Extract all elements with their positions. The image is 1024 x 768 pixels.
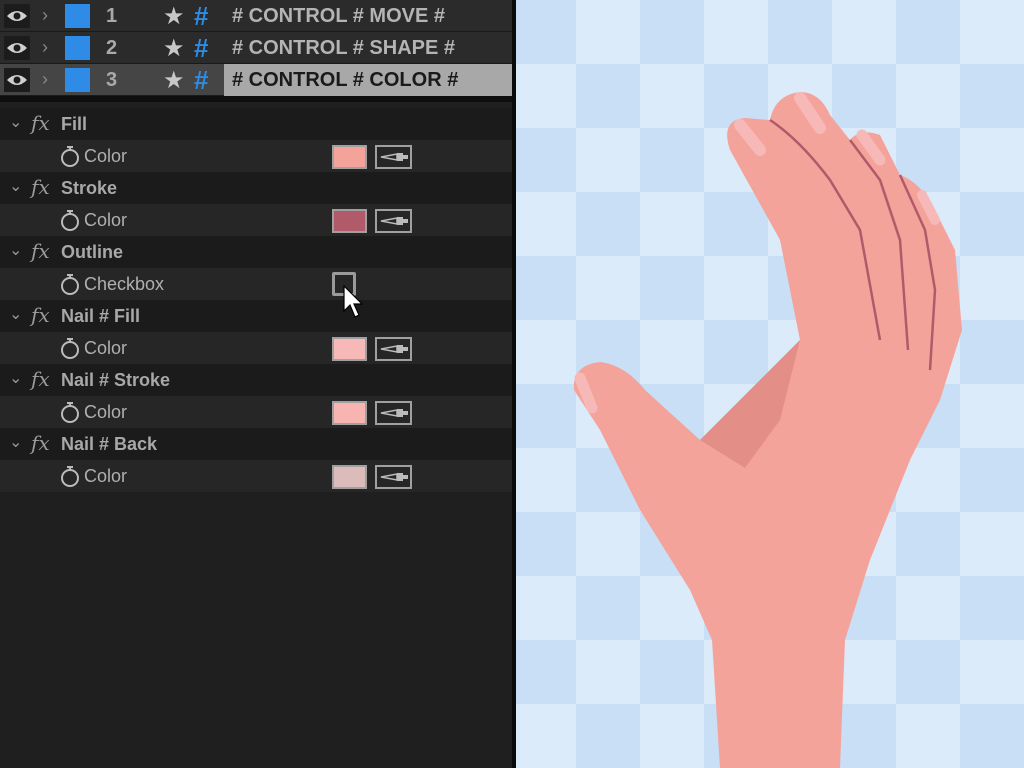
eyedropper-icon[interactable] bbox=[375, 145, 412, 169]
hash-icon: # bbox=[194, 1, 209, 31]
layer-number: 2 bbox=[106, 37, 118, 59]
effect-property-row: Checkbox bbox=[0, 268, 512, 300]
label-color-swatch[interactable] bbox=[65, 4, 90, 28]
fx-icon[interactable]: fx bbox=[31, 239, 50, 263]
effect-header[interactable]: ⌄ fx Stroke bbox=[0, 172, 512, 204]
fx-icon[interactable]: fx bbox=[31, 431, 50, 455]
effect-header[interactable]: ⌄ fx Fill bbox=[0, 108, 512, 140]
stopwatch-icon[interactable] bbox=[60, 145, 80, 167]
property-label: Checkbox bbox=[84, 274, 165, 294]
stopwatch-icon[interactable] bbox=[60, 337, 80, 359]
label-color-swatch[interactable] bbox=[65, 36, 90, 60]
layer-row[interactable]: › 1 ★ # # CONTROL # MOVE # bbox=[0, 0, 512, 32]
chevron-down-icon[interactable]: ⌄ bbox=[9, 112, 22, 132]
fx-icon[interactable]: fx bbox=[31, 367, 50, 391]
effect-header[interactable]: ⌄ fx Nail # Fill bbox=[0, 300, 512, 332]
property-label: Color bbox=[84, 210, 128, 230]
layer-row[interactable]: › 2 ★ # # CONTROL # SHAPE # bbox=[0, 32, 512, 64]
fx-icon[interactable]: fx bbox=[31, 175, 50, 199]
effect-property-row: Color bbox=[0, 332, 512, 364]
star-icon: ★ bbox=[163, 3, 185, 30]
effect-header[interactable]: ⌄ fx Nail # Back bbox=[0, 428, 512, 460]
eye-icon[interactable] bbox=[4, 68, 30, 92]
hand-illustration bbox=[573, 92, 962, 768]
composition-preview bbox=[516, 0, 1024, 768]
layer-number: 3 bbox=[106, 69, 118, 91]
chevron-right-icon[interactable]: › bbox=[42, 69, 48, 90]
stopwatch-icon[interactable] bbox=[60, 465, 80, 487]
stopwatch-icon[interactable] bbox=[60, 273, 80, 295]
eye-icon[interactable] bbox=[4, 4, 30, 28]
arrow-cursor-icon bbox=[343, 285, 364, 318]
effect-property-row: Color bbox=[0, 460, 512, 492]
effect-title: Nail # Stroke bbox=[61, 370, 171, 390]
layer-name[interactable]: # CONTROL # SHAPE # bbox=[224, 32, 512, 64]
layer-name[interactable]: # CONTROL # COLOR # bbox=[224, 64, 512, 96]
eyedropper-icon[interactable] bbox=[375, 401, 412, 425]
star-icon: ★ bbox=[163, 35, 185, 62]
effect-title: Stroke bbox=[61, 178, 118, 198]
eyedropper-icon[interactable] bbox=[375, 465, 412, 489]
chevron-down-icon[interactable]: ⌄ bbox=[9, 432, 22, 452]
layer-row[interactable]: › 3 ★ # # CONTROL # COLOR # bbox=[0, 64, 512, 96]
property-label: Color bbox=[84, 466, 128, 486]
property-label: Color bbox=[84, 402, 128, 422]
color-swatch[interactable] bbox=[332, 337, 367, 361]
effect-property-row: Color bbox=[0, 396, 512, 428]
chevron-down-icon[interactable]: ⌄ bbox=[9, 304, 22, 324]
stopwatch-icon[interactable] bbox=[60, 401, 80, 423]
fx-icon[interactable]: fx bbox=[31, 111, 50, 135]
eyedropper-icon[interactable] bbox=[375, 337, 412, 361]
star-icon: ★ bbox=[163, 67, 185, 94]
effect-property-row: Color bbox=[0, 140, 512, 172]
chevron-down-icon[interactable]: ⌄ bbox=[9, 240, 22, 260]
effect-title: Nail # Fill bbox=[61, 306, 141, 326]
color-swatch[interactable] bbox=[332, 209, 367, 233]
property-label: Color bbox=[84, 146, 128, 166]
effect-title: Outline bbox=[61, 242, 123, 262]
chevron-right-icon[interactable]: › bbox=[42, 37, 48, 58]
fx-icon[interactable]: fx bbox=[31, 303, 50, 327]
stopwatch-icon[interactable] bbox=[60, 209, 80, 231]
property-label: Color bbox=[84, 338, 128, 358]
effect-header[interactable]: ⌄ fx Outline bbox=[0, 236, 512, 268]
label-color-swatch[interactable] bbox=[65, 68, 90, 92]
layer-name[interactable]: # CONTROL # MOVE # bbox=[224, 0, 512, 32]
color-swatch[interactable] bbox=[332, 465, 367, 489]
color-swatch[interactable] bbox=[332, 401, 367, 425]
effect-title: Fill bbox=[61, 114, 87, 134]
effect-property-row: Color bbox=[0, 204, 512, 236]
effect-header[interactable]: ⌄ fx Nail # Stroke bbox=[0, 364, 512, 396]
hash-icon: # bbox=[194, 65, 209, 95]
layer-number: 1 bbox=[106, 5, 118, 27]
eye-icon[interactable] bbox=[4, 36, 30, 60]
chevron-down-icon[interactable]: ⌄ bbox=[9, 176, 22, 196]
chevron-right-icon[interactable]: › bbox=[42, 5, 48, 26]
chevron-down-icon[interactable]: ⌄ bbox=[9, 368, 22, 388]
color-swatch[interactable] bbox=[332, 145, 367, 169]
panel-separator bbox=[0, 96, 512, 102]
hash-icon: # bbox=[194, 33, 209, 63]
effect-title: Nail # Back bbox=[61, 434, 158, 454]
eyedropper-icon[interactable] bbox=[375, 209, 412, 233]
